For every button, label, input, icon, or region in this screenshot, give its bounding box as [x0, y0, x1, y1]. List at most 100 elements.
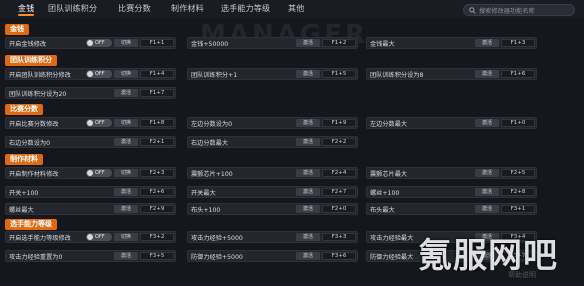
tab-team-training-points[interactable]: 团队训练积分 [48, 3, 97, 14]
hotkey-field[interactable]: F1+9 [322, 119, 356, 127]
hotkey-field[interactable]: F1+8 [140, 119, 174, 127]
hotkey-field[interactable]: F1+5 [322, 70, 356, 78]
tab-match-score[interactable]: 比赛分数 [118, 3, 151, 14]
tab-other[interactable]: 其他 [288, 3, 304, 14]
option-label: 震颤芯片最大 [370, 171, 408, 178]
toggle-knob [87, 40, 93, 46]
section-match-score: 比赛分数 [5, 104, 43, 115]
hotkey-field[interactable]: F3+6 [322, 252, 356, 260]
activate-button[interactable]: 激活 [296, 119, 320, 127]
activate-button[interactable]: 激活 [296, 233, 320, 241]
hotkey-field[interactable]: F1+1 [140, 39, 174, 47]
hotkey-field[interactable]: F2+4 [322, 169, 356, 177]
option-label: 防御力经验最大 [370, 254, 414, 261]
option-row-F1-5: 团队训练积分+1 激活 F1+5 [187, 68, 358, 80]
hotkey-field[interactable]: F1+7 [140, 89, 174, 97]
option-row-F2-3: 开启制作材料修改 OFF 切换 F2+3 [5, 167, 176, 179]
option-label: 金钱最大 [370, 41, 395, 48]
option-row-F1-9: 左边分数设为0 激活 F1+9 [187, 117, 358, 129]
option-label: 左边分数最大 [370, 121, 408, 128]
option-label: 攻击力经验重置为0 [9, 254, 63, 261]
hotkey-field[interactable]: F2+8 [501, 188, 535, 196]
activate-button[interactable]: 激活 [475, 119, 499, 127]
toggle-state-label: OFF [95, 71, 105, 77]
option-row-F3-1: 布头最大 激活 F3+1 [366, 203, 537, 215]
activate-button[interactable]: 激活 [475, 169, 499, 177]
hotkey-field[interactable]: F1+2 [322, 39, 356, 47]
option-row-F2-2: 右边分数最大 激活 F2+2 [187, 136, 358, 148]
option-row-F1-4: 开启团队训练积分修改 OFF 切换 F1+4 [5, 68, 176, 80]
option-row-F2-7: 开关最大 激活 F2+7 [187, 186, 358, 198]
option-row-F2-9: 螺丝最大 激活 F2+9 [5, 203, 176, 215]
hotkey-field[interactable]: F1+4 [140, 70, 174, 78]
toggle-switch[interactable]: OFF [86, 233, 112, 241]
hotkey-field[interactable]: F2+9 [140, 205, 174, 213]
option-label: 螺丝最大 [9, 207, 34, 214]
activate-button[interactable]: 激活 [114, 205, 138, 213]
option-row-F2-0: 布头+100 激活 F2+0 [187, 203, 358, 215]
activate-button[interactable]: 激活 [296, 70, 320, 78]
hotkey-field[interactable]: F2+6 [140, 188, 174, 196]
hotkey-field[interactable]: F3+1 [501, 205, 535, 213]
search-placeholder: 搜索修改器功能名称 [479, 8, 535, 15]
activate-button[interactable]: 激活 [475, 70, 499, 78]
option-row-F2-6: 开关+100 激活 F2+6 [5, 186, 176, 198]
activate-button[interactable]: 激活 [475, 205, 499, 213]
switch-button[interactable]: 切换 [114, 169, 138, 177]
hotkey-field[interactable]: F2+0 [322, 205, 356, 213]
switch-button[interactable]: 切换 [114, 233, 138, 241]
hotkey-field[interactable]: F1+0 [501, 119, 535, 127]
hotkey-field[interactable]: F3+2 [140, 233, 174, 241]
toggle-switch[interactable]: OFF [86, 70, 112, 78]
activate-button[interactable]: 激活 [296, 39, 320, 47]
hotkey-field[interactable]: F3+5 [140, 252, 174, 260]
activate-button[interactable]: 激活 [296, 188, 320, 196]
search-input[interactable]: 搜索修改器功能名称 [463, 4, 575, 16]
help-link[interactable]: 帮助说明 [508, 270, 536, 280]
activate-button[interactable]: 激活 [296, 138, 320, 146]
tab-crafting-materials[interactable]: 制作材料 [171, 3, 204, 14]
hotkey-field[interactable]: F1+3 [501, 39, 535, 47]
switch-button[interactable]: 切换 [114, 119, 138, 127]
section-money: 金钱 [5, 24, 29, 35]
hotkey-field[interactable]: F2+1 [140, 138, 174, 146]
tab-player-ability-level[interactable]: 选手能力等级 [221, 3, 270, 14]
activate-button[interactable]: 激活 [114, 138, 138, 146]
switch-button[interactable]: 切换 [114, 39, 138, 47]
hotkey-field[interactable]: F2+2 [322, 138, 356, 146]
toggle-switch[interactable]: OFF [86, 119, 112, 127]
hotkey-field[interactable]: F1+6 [501, 70, 535, 78]
toggle-state-label: OFF [95, 120, 105, 126]
option-row-F1-7: 团队训练积分设为20 激活 F1+7 [5, 87, 176, 99]
hotkey-field[interactable]: F2+7 [322, 188, 356, 196]
toggle-switch[interactable]: OFF [86, 39, 112, 47]
hotkey-field[interactable]: F3+3 [322, 233, 356, 241]
option-label: 金钱+50000 [191, 41, 229, 48]
switch-button[interactable]: 切换 [114, 70, 138, 78]
activate-button[interactable]: 激活 [114, 89, 138, 97]
option-row-F1-3: 金钱最大 激活 F1+3 [366, 37, 537, 49]
option-row-F1-2: 金钱+50000 激活 F1+2 [187, 37, 358, 49]
toggle-switch[interactable]: OFF [86, 169, 112, 177]
activate-button[interactable]: 激活 [296, 205, 320, 213]
option-label: 布头最大 [370, 207, 395, 214]
activate-button[interactable]: 激活 [296, 252, 320, 260]
activate-button[interactable]: 激活 [475, 188, 499, 196]
activate-button[interactable]: 激活 [114, 252, 138, 260]
option-label: 开启比赛分数修改 [9, 121, 59, 128]
option-label: 右边分数最大 [191, 140, 229, 147]
section-crafting-materials: 制作材料 [5, 154, 43, 165]
hotkey-field[interactable]: F2+3 [140, 169, 174, 177]
hotkey-field[interactable]: F2+5 [501, 169, 535, 177]
option-label: 开关最大 [191, 190, 216, 197]
option-label: 团队训练积分+1 [191, 72, 238, 79]
activate-button[interactable]: 激活 [114, 188, 138, 196]
option-label: 防御力经验+5000 [191, 254, 243, 261]
toggle-knob [87, 170, 93, 176]
activate-button[interactable]: 激活 [296, 169, 320, 177]
option-row-F2-4: 震颤芯片+100 激活 F2+4 [187, 167, 358, 179]
option-row-F2-1: 右边分数设为0 激活 F2+1 [5, 136, 176, 148]
option-row-F1-8: 开启比赛分数修改 OFF 切换 F1+8 [5, 117, 176, 129]
tab-money[interactable]: 金钱 [18, 3, 34, 14]
activate-button[interactable]: 激活 [475, 39, 499, 47]
